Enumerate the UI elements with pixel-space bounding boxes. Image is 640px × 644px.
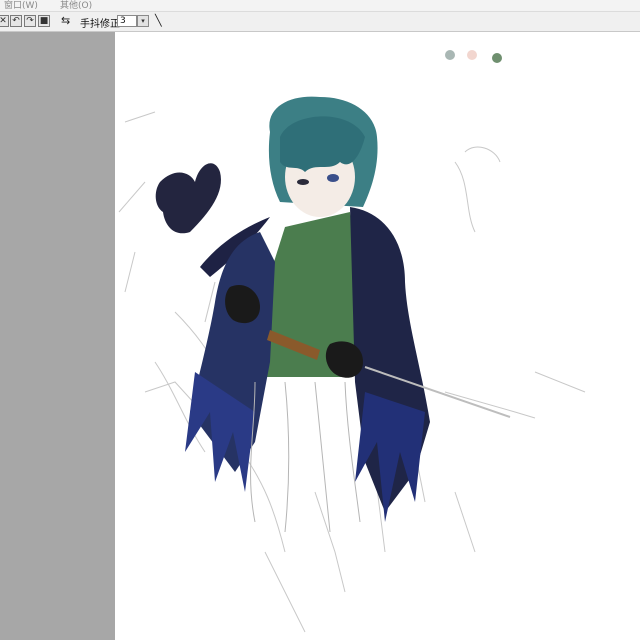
- crow-silhouette: [155, 163, 221, 234]
- palette-swatch-2: [467, 50, 477, 60]
- stabilizer-input[interactable]: 3: [117, 15, 137, 27]
- eye-left: [297, 179, 309, 185]
- palette-swatch-3: [492, 53, 502, 63]
- artwork: [118, 50, 586, 633]
- menu-item-other[interactable]: 其他(O): [60, 0, 92, 11]
- reset-button[interactable]: ■: [38, 15, 50, 27]
- menu-item-window[interactable]: 窗口(W): [4, 0, 38, 11]
- palette-swatch-1: [445, 50, 455, 60]
- rotate-right-button[interactable]: ↷: [24, 15, 36, 27]
- stabilizer-label: 手抖修正: [80, 19, 120, 30]
- eye-right: [327, 174, 339, 182]
- pants-sketch: [250, 381, 361, 533]
- flip-horizontal-icon[interactable]: ⇆: [61, 14, 70, 27]
- toolbar: ✕ ↶ ↷ ■ ⇆ 手抖修正 3 ▾ ╲: [0, 12, 640, 32]
- deselect-button[interactable]: ✕: [0, 15, 9, 27]
- canvas-sidebar-gutter: [0, 32, 115, 640]
- menu-bar: 窗口(W) 其他(O): [0, 0, 640, 12]
- drawing-canvas[interactable]: [115, 32, 640, 640]
- line-tool-icon[interactable]: ╲: [155, 14, 162, 27]
- rotate-left-button[interactable]: ↶: [10, 15, 22, 27]
- stabilizer-dropdown-button[interactable]: ▾: [137, 15, 149, 27]
